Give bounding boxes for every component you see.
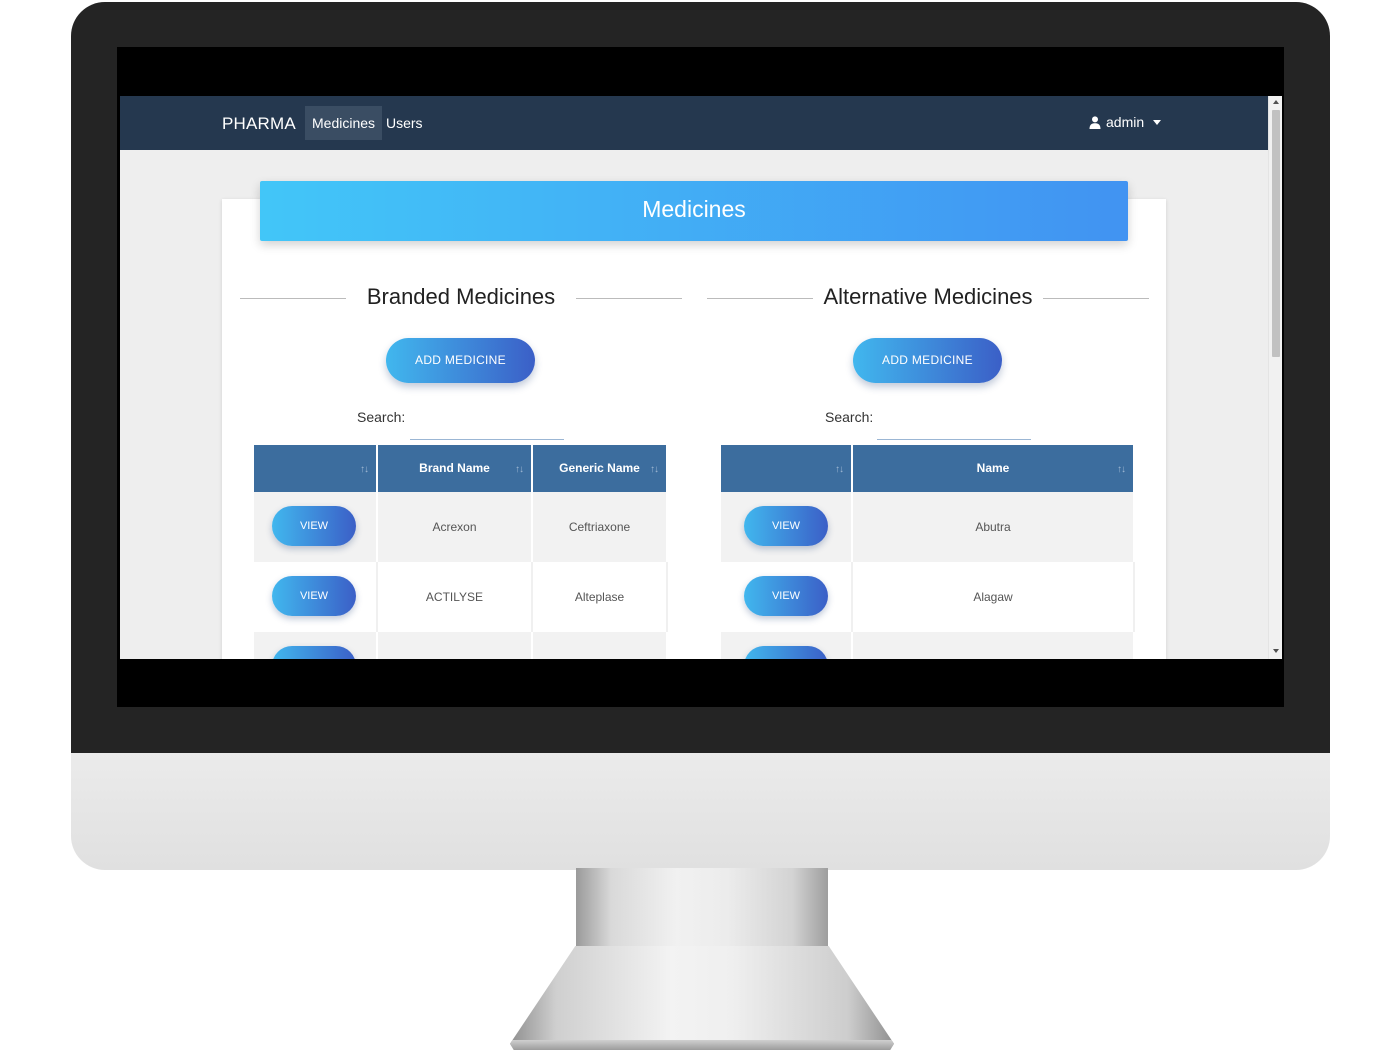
- table-cell-generic-name: Alteplase: [533, 562, 668, 632]
- table-cell-name: [853, 632, 1135, 659]
- table-cell-action: [721, 632, 853, 659]
- top-navbar: PHARMA Medicines Users admin: [120, 96, 1268, 150]
- branded-search-input[interactable]: [410, 420, 564, 440]
- table-row: VIEW Abutra: [721, 492, 1135, 562]
- user-menu-dropdown[interactable]: admin: [1089, 114, 1162, 130]
- branded-search-label: Search:: [357, 409, 406, 425]
- nav-link-users[interactable]: Users: [379, 106, 430, 140]
- sort-icon[interactable]: ↑↓: [515, 465, 524, 475]
- view-button[interactable]: VIEW: [272, 506, 356, 546]
- sort-icon[interactable]: ↑↓: [1117, 465, 1126, 475]
- monitor-stand-foot: [510, 946, 894, 1050]
- table-cell-action: VIEW: [721, 562, 853, 632]
- title-divider-right: [576, 298, 682, 299]
- table-row-partial: [254, 632, 668, 659]
- table-cell-brand-name: [378, 632, 533, 659]
- caret-down-icon: [1153, 119, 1162, 125]
- branded-section-title: Branded Medicines: [366, 284, 556, 309]
- table-header-label: Brand Name: [419, 461, 490, 475]
- table-cell-brand-name: Acrexon: [378, 492, 533, 562]
- title-divider-right: [1043, 298, 1149, 299]
- table-header-name[interactable]: Name ↑↓: [853, 445, 1135, 492]
- scroll-up-arrow-icon[interactable]: [1273, 100, 1279, 104]
- scroll-down-arrow-icon[interactable]: [1273, 649, 1279, 653]
- brand-logo[interactable]: PHARMA: [222, 114, 296, 134]
- table-row: VIEW ACTILYSE Alteplase: [254, 562, 668, 632]
- table-cell-action: [254, 632, 378, 659]
- scrollbar-thumb[interactable]: [1272, 110, 1280, 357]
- view-button[interactable]: VIEW: [744, 576, 828, 616]
- view-button-partial[interactable]: [272, 646, 356, 659]
- page-scrollbar[interactable]: [1268, 96, 1282, 659]
- sort-icon[interactable]: ↑↓: [835, 465, 844, 475]
- table-cell-name: Abutra: [853, 492, 1135, 562]
- add-alternative-medicine-button[interactable]: ADD MEDICINE: [853, 338, 1002, 383]
- sort-icon[interactable]: ↑↓: [360, 465, 369, 475]
- view-button[interactable]: VIEW: [744, 506, 828, 546]
- page-header-banner: Medicines: [260, 181, 1128, 241]
- alternative-title-row: Alternative Medicines: [707, 284, 1149, 314]
- page-title: Medicines: [642, 196, 746, 222]
- sort-icon[interactable]: ↑↓: [650, 465, 659, 475]
- table-cell-action: VIEW: [254, 562, 378, 632]
- table-header-action[interactable]: ↑↓: [254, 445, 378, 492]
- table-header-brand-name[interactable]: Brand Name ↑↓: [378, 445, 533, 492]
- table-row: VIEW Acrexon Ceftriaxone: [254, 492, 668, 562]
- table-row: VIEW Alagaw: [721, 562, 1135, 632]
- table-row-partial: [721, 632, 1135, 659]
- view-button[interactable]: VIEW: [272, 576, 356, 616]
- table-header-label: Name: [976, 461, 1010, 475]
- table-cell-generic-name: [533, 632, 668, 659]
- table-cell-action: VIEW: [721, 492, 853, 562]
- alternative-search-label: Search:: [825, 409, 874, 425]
- user-menu-label: admin: [1106, 114, 1145, 130]
- table-cell-action: VIEW: [254, 492, 378, 562]
- nav-link-medicines[interactable]: Medicines: [305, 106, 383, 140]
- table-header-action[interactable]: ↑↓: [721, 445, 853, 492]
- add-branded-medicine-button[interactable]: ADD MEDICINE: [386, 338, 535, 383]
- table-cell-name: Alagaw: [853, 562, 1135, 632]
- table-header-generic-name[interactable]: Generic Name ↑↓: [533, 445, 668, 492]
- alternative-section-title: Alternative Medicines: [823, 284, 1033, 309]
- table-cell-generic-name: Ceftriaxone: [533, 492, 668, 562]
- user-icon: [1089, 115, 1101, 129]
- app-screen: PHARMA Medicines Users admin Medicines B…: [120, 96, 1282, 659]
- monitor-stand-neck: [576, 868, 828, 948]
- branded-title-row: Branded Medicines: [240, 284, 682, 314]
- view-button-partial[interactable]: [744, 646, 828, 659]
- table-header-label: Generic Name: [559, 461, 640, 475]
- alternative-search-input[interactable]: [877, 420, 1031, 440]
- table-cell-brand-name: ACTILYSE: [378, 562, 533, 632]
- monitor-chin: [71, 753, 1330, 870]
